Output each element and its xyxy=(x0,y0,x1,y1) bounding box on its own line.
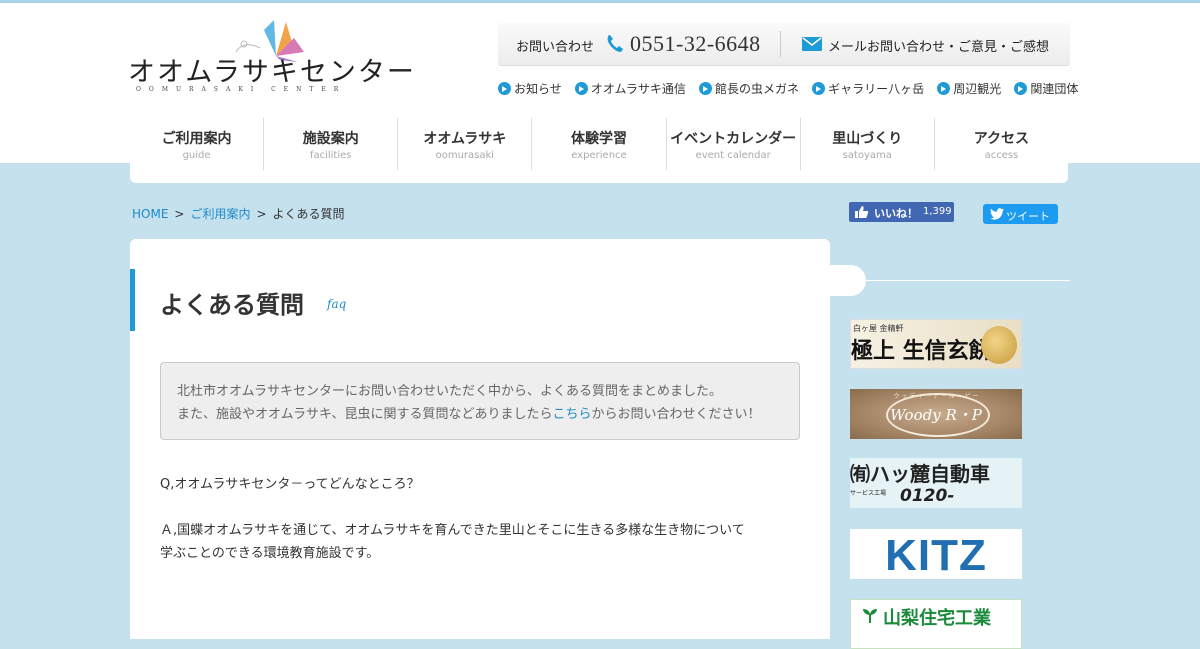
banner-title: Woody R・P xyxy=(890,406,982,424)
banner-title: KITZ xyxy=(885,531,987,579)
breadcrumb-parent-link[interactable]: ご利用案内 xyxy=(190,207,250,221)
sublink-label: 周辺観光 xyxy=(953,82,1002,96)
sublink-label: お知らせ xyxy=(514,82,562,96)
breadcrumb-home-link[interactable]: HOME xyxy=(132,207,168,221)
nav-item-label: アクセス xyxy=(973,131,1030,147)
arrow-circle-icon xyxy=(699,82,712,95)
tweet-button[interactable]: ツイート xyxy=(983,204,1058,224)
contact-bar: お問い合わせ 0551-32-6648 メールお問い合わせ・ご意見・ご感想 xyxy=(498,23,1070,65)
mochi-image xyxy=(981,326,1017,364)
like-count: 1,399 xyxy=(923,206,952,217)
breadcrumb: HOME > ご利用案内 > よくある質問 xyxy=(132,205,345,222)
sidebar-tab xyxy=(830,265,866,296)
twitter-bird-icon xyxy=(990,208,1004,220)
sublink-label: 館長の虫メガネ xyxy=(715,82,800,96)
sublink-director-column[interactable]: 館長の虫メガネ xyxy=(699,80,799,97)
faq-question: Q,オオムラサキセンタ－ってどんなところ？ xyxy=(160,477,420,492)
nav-item-sublabel: oomurasaki xyxy=(435,150,495,161)
banner-title: 山梨住宅工業 xyxy=(883,608,991,629)
nav-item-label: 体験学習 xyxy=(570,131,627,147)
sublink-news[interactable]: お知らせ xyxy=(498,80,562,97)
sprout-icon xyxy=(863,609,877,623)
title-accent-bar xyxy=(130,269,135,331)
facebook-like-button[interactable]: いいね！ 1,399 xyxy=(849,202,954,222)
like-label: いいね！ xyxy=(874,207,918,220)
nav-item-label: ご利用案内 xyxy=(161,131,232,147)
sub-links: お知らせ オオムラサキ通信 館長の虫メガネ ギャラリー八ヶ岳 周辺観光 関連団体 xyxy=(498,78,1078,96)
intro-text: からお問い合わせください！ xyxy=(591,407,761,422)
nav-item-guide[interactable]: ご利用案内 guide xyxy=(130,118,265,170)
nav-item-sublabel: access xyxy=(984,150,1019,161)
sidebar-divider xyxy=(866,280,1070,281)
logo-subtext: OOMURASAKI CENTER xyxy=(136,86,347,93)
nav-item-sublabel: satoyama xyxy=(842,150,892,161)
sublink-label: 関連団体 xyxy=(1030,82,1079,96)
page-title-en: faq xyxy=(327,297,347,311)
tweet-label: ツイート xyxy=(1006,210,1050,223)
nav-item-sublabel: guide xyxy=(182,150,211,161)
banner-hachiroku-auto[interactable]: ㈲ハッ麓自動車 サービス工場 0120-008269 xyxy=(850,458,1022,508)
banner-title: ㈲ハッ麓自動車 xyxy=(850,462,990,486)
arrow-circle-icon xyxy=(498,82,511,95)
contact-divider xyxy=(780,31,781,57)
arrow-circle-icon xyxy=(1014,82,1028,95)
intro-text-line2: また、施設やオオムラサキ、昆虫に関する質問などありましたらこちらからお問い合わせ… xyxy=(177,403,760,422)
nav-item-event-calendar[interactable]: イベントカレンダー event calendar xyxy=(667,118,801,170)
mail-contact-link[interactable]: メールお問い合わせ・ご意見・ご感想 xyxy=(828,36,1049,55)
banner-yamanashi-housing[interactable]: 山梨住宅工業 xyxy=(850,599,1022,649)
breadcrumb-separator: > xyxy=(174,207,185,221)
breadcrumb-separator: > xyxy=(256,207,267,221)
nav-item-access[interactable]: アクセス access xyxy=(935,118,1068,170)
global-nav: ご利用案内 guide 施設案内 facilities オオムラサキ oomurasa… xyxy=(130,115,1068,183)
sublink-related-orgs[interactable]: 関連団体 xyxy=(1014,80,1078,97)
nav-item-oomurasaki[interactable]: オオムラサキ oomurasaki xyxy=(398,118,533,170)
banner-woody-rp[interactable]: Woody R・P ウ ッ デ ィ ー ア ー ル ・ ピ ー xyxy=(850,389,1022,439)
nav-item-label: 里山づくり xyxy=(832,131,903,147)
sublink-label: ギャラリー八ヶ岳 xyxy=(828,82,925,96)
mail-icon xyxy=(802,37,822,51)
nav-item-sublabel: facilities xyxy=(309,150,352,161)
contact-label: お問い合わせ xyxy=(516,40,595,55)
intro-text-line1: 北杜市オオムラサキセンターにお問い合わせいただく中から、よくある質問をまとめまし… xyxy=(177,384,722,399)
sublink-newsletter[interactable]: オオムラサキ通信 xyxy=(574,80,686,97)
main-content: よくある質問 faq 北杜市オオムラサキセンターにお問い合わせいただく中から、よ… xyxy=(130,239,830,639)
banner-kitz[interactable]: KITZ xyxy=(850,529,1022,579)
logo-text: オオムラサキセンター xyxy=(128,57,416,88)
nav-item-label: イベントカレンダー xyxy=(670,131,797,147)
faq-answer-line2: 学ぶことのできる環境教育施設です。 xyxy=(160,546,380,561)
nav-item-facilities[interactable]: 施設案内 facilities xyxy=(264,118,399,170)
banner-small-text: ウ ッ デ ィ ー ア ー ル ・ ピ ー xyxy=(893,393,979,400)
intro-text: また、施設やオオムラサキ、昆虫に関する質問などありましたら xyxy=(177,407,553,422)
contact-here-link[interactable]: こちら xyxy=(552,407,591,422)
phone-number[interactable]: 0551-32-6648 xyxy=(630,31,761,57)
banner-shingen-mochi[interactable]: 白ヶ屋 金精軒 極上 生信玄餅 xyxy=(850,319,1022,369)
intro-box: 北杜市オオムラサキセンターにお問い合わせいただく中から、よくある質問をまとめまし… xyxy=(160,362,800,440)
nav-item-label: 施設案内 xyxy=(302,131,359,147)
page-title: よくある質問 xyxy=(160,291,304,319)
banner-title: 極上 生信玄餅 xyxy=(851,338,991,364)
nav-item-sublabel: experience xyxy=(571,150,627,161)
banner-phone: 0120-008269 xyxy=(900,486,971,508)
nav-item-sublabel: event calendar xyxy=(695,150,771,161)
arrow-circle-icon xyxy=(574,82,588,95)
nav-item-satoyama[interactable]: 里山づくり satoyama xyxy=(801,118,935,170)
faq-answer-line1: Ａ,国蝶オオムラサキを通じて、オオムラサキを育んできた里山とそこに生きる多様な生… xyxy=(160,523,745,538)
sublink-label: オオムラサキ通信 xyxy=(590,82,686,96)
breadcrumb-current: よくある質問 xyxy=(272,207,345,221)
arrow-circle-icon xyxy=(812,82,826,95)
thumbs-up-icon xyxy=(855,206,869,218)
nav-item-experience[interactable]: 体験学習 experience xyxy=(532,118,667,170)
sublink-sightseeing[interactable]: 周辺観光 xyxy=(937,80,1001,97)
arrow-circle-icon xyxy=(937,82,951,95)
banner-small-text: サービス工場 xyxy=(850,490,887,497)
phone-icon xyxy=(607,35,623,52)
sublink-gallery[interactable]: ギャラリー八ヶ岳 xyxy=(812,80,924,97)
nav-item-label: オオムラサキ xyxy=(423,131,507,147)
site-logo[interactable]: オオムラサキセンター OOMURASAKI CENTER xyxy=(128,16,414,98)
